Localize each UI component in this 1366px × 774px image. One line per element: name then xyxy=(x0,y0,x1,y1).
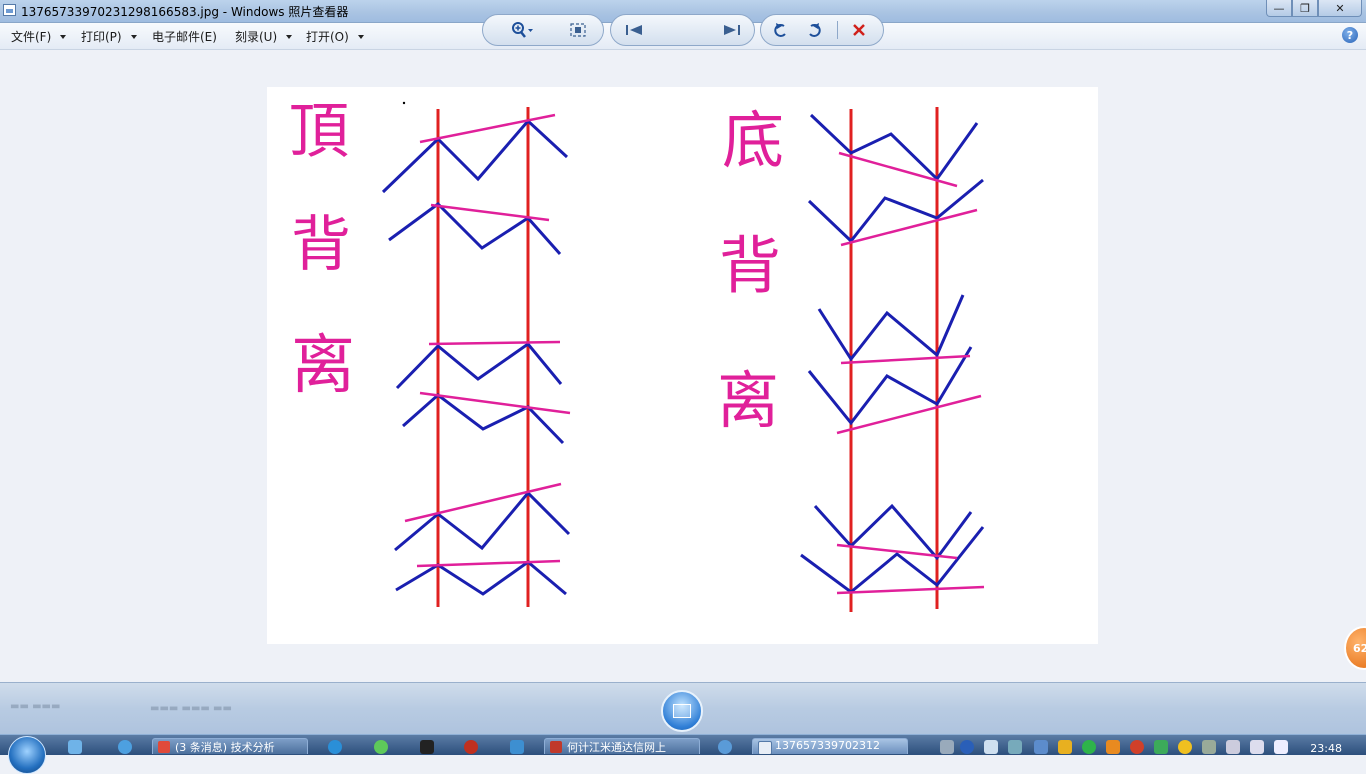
rotate-counterclockwise-button[interactable] xyxy=(768,18,794,42)
tray-icon[interactable] xyxy=(1034,740,1048,754)
menu-print-label: 打印(P) xyxy=(81,30,122,44)
app-icon[interactable] xyxy=(374,740,388,754)
window-controls: — ❐ ✕ xyxy=(1266,0,1362,18)
right-char-2: 背 xyxy=(719,229,781,302)
previous-icon xyxy=(626,25,642,35)
delete-button[interactable] xyxy=(846,18,872,42)
left-char-1: 頂 xyxy=(289,97,349,167)
chevron-down-icon xyxy=(357,34,364,39)
menu-file-label: 文件(F) xyxy=(11,30,52,44)
tray-icon[interactable] xyxy=(1058,740,1072,754)
menu-open[interactable]: 打开(O) xyxy=(306,28,364,45)
tray-icon[interactable] xyxy=(984,740,998,754)
blurred-desktop-text: ▬▬ ▬▬▬ xyxy=(10,701,61,712)
close-button[interactable]: ✕ xyxy=(1318,0,1362,17)
separator xyxy=(837,21,838,39)
browser-icon xyxy=(158,741,170,753)
shield-icon[interactable] xyxy=(1154,740,1168,754)
keyboard-icon[interactable] xyxy=(940,740,954,754)
app-icon[interactable] xyxy=(718,740,732,754)
taskbar-task-photo-viewer[interactable]: 137657339702312 xyxy=(752,738,908,754)
clock[interactable]: 23:48 xyxy=(1310,742,1342,755)
rotate-clockwise-icon xyxy=(809,23,821,37)
photo-viewer-icon xyxy=(3,4,16,16)
menu-email-label: 电子邮件(E) xyxy=(152,30,217,44)
left-blue-zigzags xyxy=(381,118,571,596)
network-icon[interactable] xyxy=(1226,740,1240,754)
menu-email[interactable]: 电子邮件(E) xyxy=(152,28,217,45)
start-button[interactable] xyxy=(8,736,46,774)
divergence-drawing: 頂 背 离 底 背 离 xyxy=(289,97,985,612)
next-button[interactable] xyxy=(719,18,745,42)
displayed-photo: 頂 背 离 底 背 离 xyxy=(267,87,1098,644)
task-label: (3 条消息) 技术分析 xyxy=(175,741,275,754)
taskbar-task-trading[interactable]: 何计江米通达信网上 xyxy=(544,738,700,754)
tray-icon[interactable] xyxy=(1130,740,1144,754)
menu-file[interactable]: 文件(F) xyxy=(11,28,67,45)
app-icon[interactable] xyxy=(464,740,478,754)
edit-controls-group xyxy=(760,14,884,46)
trading-app-icon xyxy=(550,741,562,753)
menu-burn[interactable]: 刻录(U) xyxy=(235,28,293,45)
chevron-down-icon xyxy=(60,34,67,39)
app-icon[interactable] xyxy=(328,740,342,754)
ie-icon[interactable] xyxy=(118,740,132,754)
blurred-desktop-text: ▬▬▬ ▬▬▬ ▬▬ xyxy=(150,703,232,714)
zoom-icon xyxy=(512,22,533,38)
left-char-3: 离 xyxy=(291,329,355,403)
rotate-clockwise-button[interactable] xyxy=(801,18,827,42)
photo-viewer-icon xyxy=(758,741,772,754)
slideshow-icon xyxy=(673,704,691,718)
right-char-3: 离 xyxy=(717,364,779,437)
window-title: 1376573397023129816​6583.jpg - Windows 照… xyxy=(21,5,349,19)
volume-icon[interactable] xyxy=(1274,740,1288,754)
task-label: 137657339702312 xyxy=(775,739,880,752)
menu-burn-label: 刻录(U) xyxy=(235,30,278,44)
navigation-group xyxy=(610,14,755,46)
tray-icon[interactable] xyxy=(1202,740,1216,754)
menu-open-label: 打开(O) xyxy=(306,30,349,44)
tray-icon[interactable] xyxy=(1008,740,1022,754)
help-icon[interactable]: ? xyxy=(1342,27,1358,43)
view-controls-group xyxy=(482,14,604,46)
right-char-1: 底 xyxy=(722,104,784,177)
task-label: 何计江米通达信网上 xyxy=(567,741,666,754)
menu-print[interactable]: 打印(P) xyxy=(81,28,137,45)
delete-icon xyxy=(853,24,865,36)
tray-icon[interactable] xyxy=(1106,740,1120,754)
actual-size-icon xyxy=(570,23,586,37)
previous-button[interactable] xyxy=(621,18,647,42)
tray-icon[interactable] xyxy=(1082,740,1096,754)
actual-size-button[interactable] xyxy=(565,18,591,42)
tray-icon[interactable] xyxy=(1250,740,1264,754)
chevron-down-icon xyxy=(130,34,137,39)
maximize-button[interactable]: ❐ xyxy=(1292,0,1318,17)
rotate-counterclockwise-icon xyxy=(774,23,786,37)
taskbar-task-browser[interactable]: (3 条消息) 技术分析 xyxy=(152,738,308,754)
qq-icon[interactable] xyxy=(420,740,434,754)
tray-icon[interactable] xyxy=(1178,740,1192,754)
app-icon[interactable] xyxy=(510,740,524,754)
quicklaunch-icon[interactable] xyxy=(68,740,82,754)
help-tray-icon[interactable] xyxy=(960,740,974,754)
minimize-button[interactable]: — xyxy=(1266,0,1292,17)
next-icon xyxy=(724,25,740,35)
left-char-2: 背 xyxy=(291,210,351,280)
slideshow-button[interactable] xyxy=(661,690,703,732)
zoom-button[interactable] xyxy=(509,18,535,42)
chevron-down-icon xyxy=(286,34,293,39)
left-magenta-lines xyxy=(404,113,571,568)
